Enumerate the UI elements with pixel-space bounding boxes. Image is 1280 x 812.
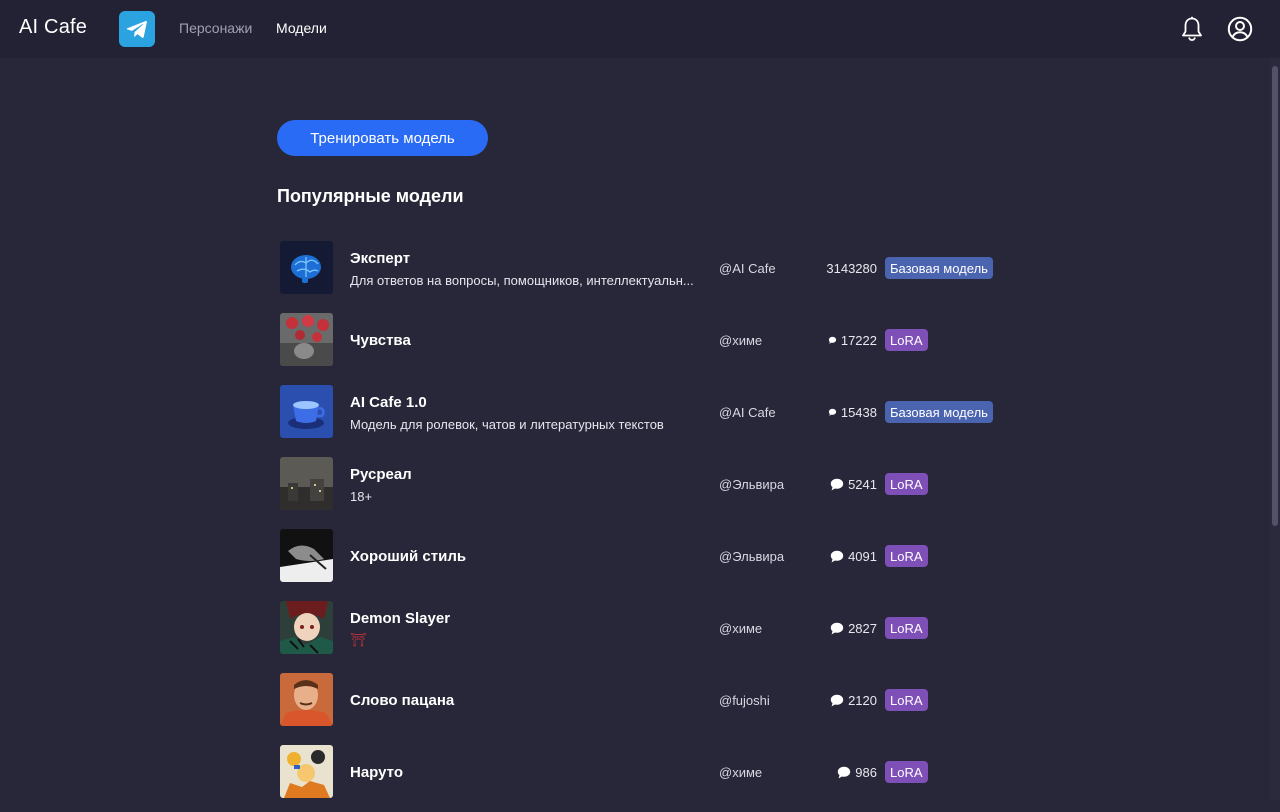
brain-image [280, 241, 333, 294]
model-name: Слово пацана [350, 692, 455, 709]
model-usage-count: 4091 [830, 549, 877, 564]
writing-hand-image [280, 529, 333, 582]
model-author[interactable]: @fujoshi [719, 693, 770, 708]
profile-button[interactable] [1227, 16, 1253, 42]
model-name: Русреал [350, 466, 412, 483]
anime-character-image [280, 601, 333, 654]
model-usage-count: 986 [837, 765, 877, 780]
model-type-badge: LoRA [885, 761, 928, 783]
train-model-button[interactable]: Тренировать модель [277, 120, 488, 156]
model-row-feelings[interactable]: Чувства @химе 17222 LoRA [277, 308, 997, 380]
model-thumbnail [280, 529, 333, 582]
model-row-naruto[interactable]: Наруто @химе 986 LoRA [277, 740, 997, 812]
model-name: AI Cafe 1.0 [350, 394, 427, 411]
model-description: Модель для ролевок, чатов и литературных… [350, 417, 664, 432]
brand-logo[interactable]: AI Cafe [19, 16, 87, 39]
models-list: Эксперт Для ответов на вопросы, помощник… [277, 236, 997, 812]
nav-link-characters[interactable]: Персонажи [179, 20, 252, 36]
model-author[interactable]: @химе [719, 765, 762, 780]
model-type-badge: LoRA [885, 545, 928, 567]
model-usage-count: 2120 [830, 693, 877, 708]
model-row-demon-slayer[interactable]: Demon Slayer ⛩ @химе 2827 LoRA [277, 596, 997, 668]
chat-icon [830, 694, 844, 707]
model-type-badge: Базовая модель [885, 401, 993, 423]
model-name: Demon Slayer [350, 610, 451, 627]
model-name: Чувства [350, 332, 411, 349]
chat-icon [830, 622, 844, 635]
model-type-badge: LoRA [885, 329, 928, 351]
model-row-slovo-patsana[interactable]: Слово пацана @fujoshi 2120 LoRA [277, 668, 997, 740]
model-name: Хороший стиль [350, 548, 467, 565]
top-navigation-bar: AI Cafe Персонажи Модели [0, 0, 1280, 58]
model-name: Наруто [350, 764, 403, 781]
model-thumbnail [280, 385, 333, 438]
notifications-button[interactable] [1180, 16, 1204, 42]
telegram-icon [126, 20, 147, 38]
model-author[interactable]: @AI Cafe [719, 405, 776, 420]
model-description: ⛩ [350, 632, 367, 647]
small-chat-icon [828, 336, 836, 344]
roses-image [280, 313, 333, 366]
telegram-button[interactable] [119, 11, 155, 47]
chat-icon [830, 550, 844, 563]
model-author[interactable]: @химе [719, 333, 762, 348]
model-usage-count: 3143280 [826, 261, 877, 276]
model-description: 18+ [350, 489, 373, 504]
model-row-ai-cafe-1-0[interactable]: AI Cafe 1.0 Модель для ролевок, чатов и … [277, 380, 997, 452]
model-usage-count: 2827 [830, 621, 877, 636]
portrait-image [280, 673, 333, 726]
model-row-rusreal[interactable]: Русреал 18+ @Эльвира 5241 LoRA [277, 452, 997, 524]
model-thumbnail [280, 745, 333, 798]
city-night-image [280, 457, 333, 510]
section-title: Популярные модели [277, 186, 464, 206]
model-thumbnail [280, 241, 333, 294]
model-row-expert[interactable]: Эксперт Для ответов на вопросы, помощник… [277, 236, 997, 308]
model-type-badge: LoRA [885, 617, 928, 639]
model-row-good-style[interactable]: Хороший стиль @Эльвира 4091 LoRA [277, 524, 997, 596]
model-thumbnail [280, 601, 333, 654]
scrollbar-thumb[interactable] [1272, 66, 1278, 526]
model-thumbnail [280, 313, 333, 366]
model-usage-count: 17222 [828, 333, 877, 348]
chat-icon [830, 478, 844, 491]
user-icon [1227, 16, 1253, 42]
model-thumbnail [280, 457, 333, 510]
anime-poster-image [280, 745, 333, 798]
model-type-badge: Базовая модель [885, 257, 993, 279]
model-usage-count: 5241 [830, 477, 877, 492]
model-author[interactable]: @Эльвира [719, 549, 784, 564]
coffee-cup-image [280, 385, 333, 438]
small-chat-icon [828, 408, 836, 416]
chat-icon [838, 766, 851, 779]
bell-icon [1182, 16, 1202, 41]
model-thumbnail [280, 673, 333, 726]
model-type-badge: LoRA [885, 473, 928, 495]
model-author[interactable]: @химе [719, 621, 762, 636]
model-description: Для ответов на вопросы, помощников, инте… [350, 273, 694, 288]
model-name: Эксперт [350, 250, 411, 267]
nav-link-models[interactable]: Модели [276, 20, 327, 36]
model-usage-count: 15438 [828, 405, 877, 420]
model-author[interactable]: @AI Cafe [719, 261, 776, 276]
model-type-badge: LoRA [885, 689, 928, 711]
model-author[interactable]: @Эльвира [719, 477, 784, 492]
